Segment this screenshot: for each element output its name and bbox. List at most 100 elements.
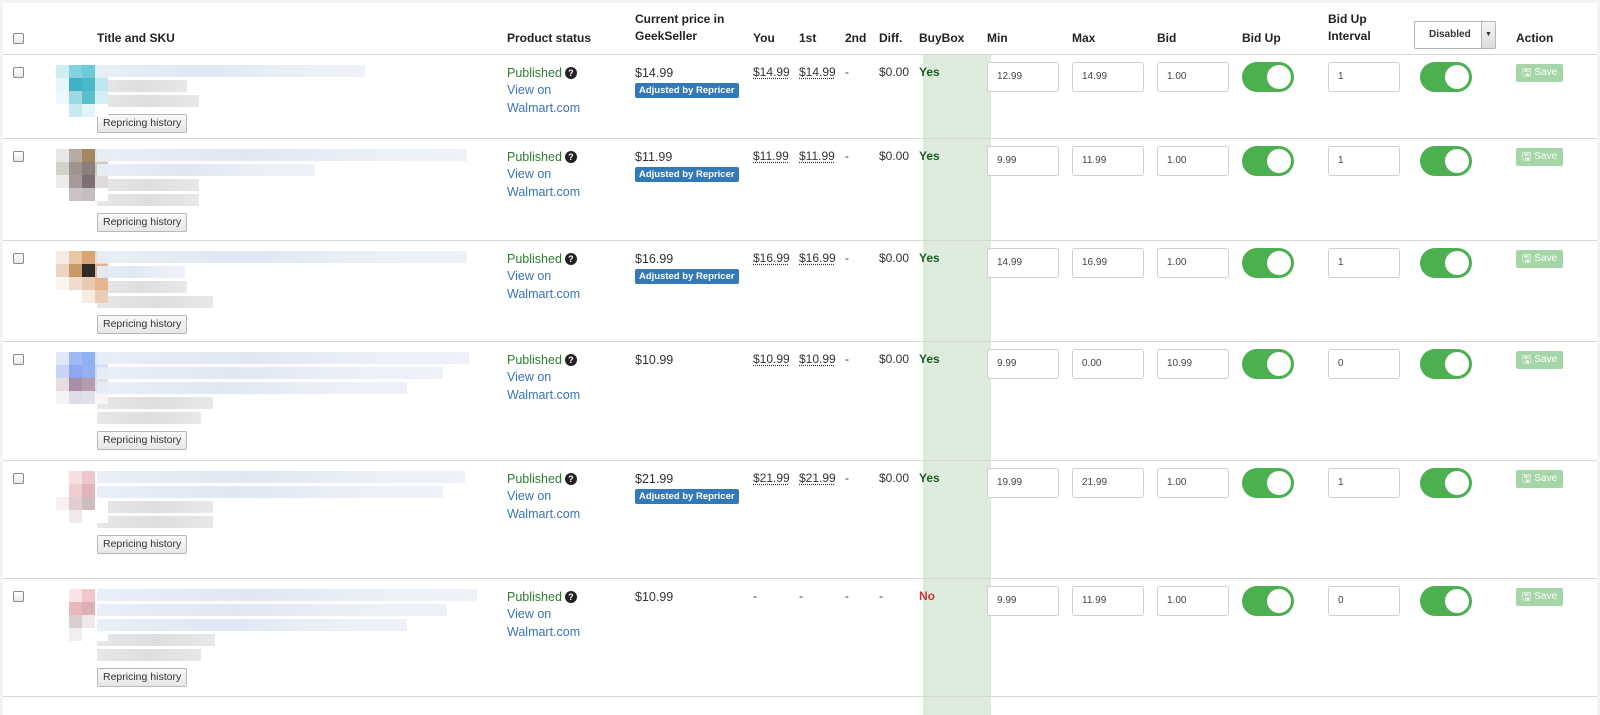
repricing-history-button[interactable]: Repricing history bbox=[97, 212, 188, 232]
save-button[interactable]: 🖫 Save bbox=[1516, 351, 1564, 369]
bid-up-interval-input[interactable] bbox=[1328, 247, 1400, 278]
row-checkbox[interactable] bbox=[13, 590, 24, 602]
col-diff[interactable]: Diff. bbox=[873, 3, 913, 55]
repricer-enabled-toggle[interactable] bbox=[1420, 467, 1472, 498]
row-checkbox[interactable] bbox=[13, 353, 24, 365]
save-button[interactable]: 🖫 Save bbox=[1516, 148, 1564, 166]
col-second[interactable]: 2nd bbox=[839, 3, 873, 55]
col-current-price[interactable]: Current price in GeekSeller bbox=[629, 3, 747, 55]
bid-up-interval-input[interactable] bbox=[1328, 61, 1400, 92]
min-price-input[interactable] bbox=[987, 467, 1059, 498]
help-icon[interactable]: ? bbox=[564, 472, 577, 485]
col-bid[interactable]: Bid bbox=[1151, 3, 1236, 55]
price-diff: $0.00 bbox=[879, 351, 910, 366]
max-price-input[interactable] bbox=[1072, 585, 1144, 616]
max-price-input[interactable] bbox=[1072, 467, 1144, 498]
bid-input[interactable] bbox=[1157, 585, 1229, 616]
bid-up-toggle[interactable] bbox=[1242, 348, 1294, 379]
save-button[interactable]: 🖫 Save bbox=[1516, 470, 1564, 488]
bid-up-toggle[interactable] bbox=[1242, 61, 1294, 92]
buybox-status: Yes bbox=[919, 470, 940, 485]
row-checkbox[interactable] bbox=[13, 150, 24, 162]
bid-up-toggle[interactable] bbox=[1242, 247, 1294, 278]
col-you[interactable]: You bbox=[747, 3, 793, 55]
repricer-mode-value: Disabled bbox=[1429, 28, 1471, 40]
help-icon[interactable]: ? bbox=[564, 590, 577, 603]
row-checkbox[interactable] bbox=[13, 252, 24, 264]
col-buybox[interactable]: BuyBox bbox=[913, 3, 981, 55]
max-price-input[interactable] bbox=[1072, 145, 1144, 176]
repricer-enabled-toggle[interactable] bbox=[1420, 61, 1472, 92]
current-price: $11.99 bbox=[635, 149, 673, 164]
repricer-enabled-toggle[interactable] bbox=[1420, 348, 1472, 379]
save-label: Save bbox=[1534, 591, 1558, 602]
min-price-input[interactable] bbox=[987, 348, 1059, 379]
view-on-walmart-link[interactable]: View on Walmart.com bbox=[507, 368, 623, 404]
help-icon[interactable]: ? bbox=[564, 252, 577, 265]
current-price: $21.99 bbox=[635, 471, 674, 486]
view-on-walmart-link[interactable]: View on Walmart.com bbox=[507, 605, 623, 641]
first-price: $16.99 bbox=[799, 250, 836, 265]
dropdown-arrow-icon[interactable]: ▼ bbox=[1481, 21, 1495, 48]
repricer-mode-select[interactable]: Disabled ▼ bbox=[1414, 20, 1496, 49]
bid-up-interval-input[interactable] bbox=[1328, 585, 1400, 616]
row-checkbox[interactable] bbox=[13, 66, 24, 78]
col-min[interactable]: Min bbox=[981, 3, 1066, 55]
max-price-input[interactable] bbox=[1072, 61, 1144, 92]
repricer-enabled-toggle[interactable] bbox=[1420, 145, 1472, 176]
buybox-status: Yes bbox=[919, 250, 940, 265]
repricing-history-button[interactable]: Repricing history bbox=[97, 534, 188, 554]
col-max[interactable]: Max bbox=[1066, 3, 1151, 55]
help-icon[interactable]: ? bbox=[564, 150, 577, 163]
view-on-walmart-link[interactable]: View on Walmart.com bbox=[507, 165, 623, 201]
max-price-input[interactable] bbox=[1072, 247, 1144, 278]
view-on-walmart-link[interactable]: View on Walmart.com bbox=[507, 487, 623, 523]
repricing-history-button[interactable]: Repricing history bbox=[97, 667, 188, 687]
repricer-table-panel: Title and SKU Product status Current pri… bbox=[3, 3, 1597, 715]
product-status-text: Published bbox=[507, 352, 562, 367]
col-title-sku[interactable]: Title and SKU bbox=[91, 3, 501, 55]
first-price: $11.99 bbox=[799, 148, 835, 163]
col-product-status[interactable]: Product status bbox=[501, 3, 629, 55]
bid-up-interval-input[interactable] bbox=[1328, 145, 1400, 176]
current-price: $10.99 bbox=[635, 589, 674, 604]
you-price: - bbox=[753, 588, 757, 603]
col-bid-up-interval[interactable]: Bid Up Interval bbox=[1322, 3, 1408, 55]
bid-up-toggle[interactable] bbox=[1242, 145, 1294, 176]
col-bid-up[interactable]: Bid Up bbox=[1236, 3, 1322, 55]
view-on-walmart-link[interactable]: View on Walmart.com bbox=[507, 81, 623, 117]
bid-up-toggle[interactable] bbox=[1242, 585, 1294, 616]
bid-input[interactable] bbox=[1157, 348, 1229, 379]
title-sku-cell: Repricing history bbox=[91, 578, 501, 697]
repricer-enabled-toggle[interactable] bbox=[1420, 247, 1472, 278]
bid-input[interactable] bbox=[1157, 145, 1229, 176]
save-button[interactable]: 🖫 Save bbox=[1516, 64, 1564, 82]
min-price-input[interactable] bbox=[987, 145, 1059, 176]
save-button[interactable]: 🖫 Save bbox=[1516, 588, 1564, 606]
save-button[interactable]: 🖫 Save bbox=[1516, 250, 1564, 268]
bid-up-toggle[interactable] bbox=[1242, 467, 1294, 498]
bid-up-interval-input[interactable] bbox=[1328, 467, 1400, 498]
help-icon[interactable]: ? bbox=[564, 66, 577, 79]
col-first[interactable]: 1st bbox=[793, 3, 839, 55]
save-label: Save bbox=[1534, 151, 1558, 162]
table-row: Repricing history Published? View on Wal… bbox=[3, 54, 1597, 139]
min-price-input[interactable] bbox=[987, 61, 1059, 92]
bid-input[interactable] bbox=[1157, 247, 1229, 278]
repricing-history-button[interactable]: Repricing history bbox=[97, 430, 188, 450]
row-checkbox[interactable] bbox=[13, 472, 24, 484]
help-icon[interactable]: ? bbox=[564, 353, 577, 366]
select-all-checkbox[interactable] bbox=[13, 32, 24, 44]
table-row bbox=[3, 696, 1597, 715]
repricing-history-button[interactable]: Repricing history bbox=[97, 314, 188, 334]
bid-up-interval-input[interactable] bbox=[1328, 348, 1400, 379]
max-price-input[interactable] bbox=[1072, 348, 1144, 379]
price-diff: - bbox=[879, 588, 883, 603]
bid-input[interactable] bbox=[1157, 61, 1229, 92]
save-label: Save bbox=[1534, 67, 1558, 78]
bid-input[interactable] bbox=[1157, 467, 1229, 498]
min-price-input[interactable] bbox=[987, 585, 1059, 616]
view-on-walmart-link[interactable]: View on Walmart.com bbox=[507, 267, 623, 303]
repricer-enabled-toggle[interactable] bbox=[1420, 585, 1472, 616]
min-price-input[interactable] bbox=[987, 247, 1059, 278]
